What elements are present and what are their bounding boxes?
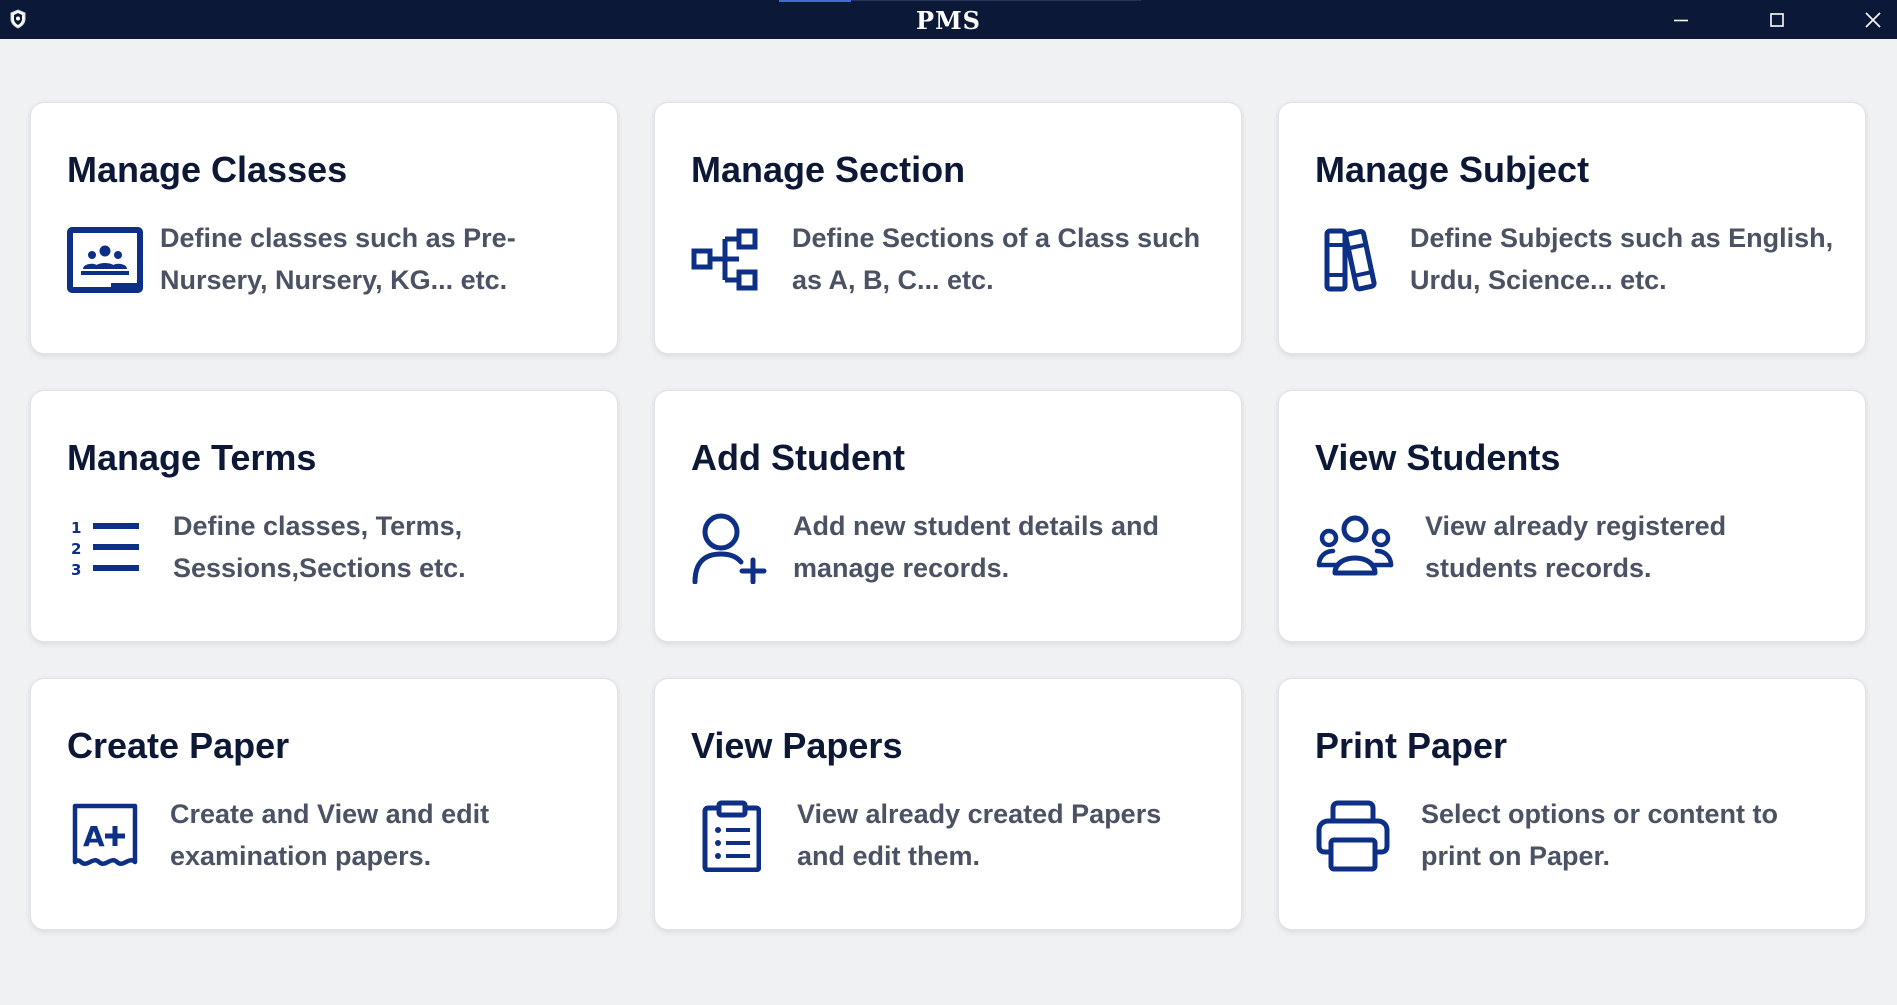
close-button[interactable]	[1843, 0, 1897, 39]
svg-text:3: 3	[71, 561, 81, 579]
card-title: Manage Section	[691, 149, 966, 190]
card-title: Add Student	[691, 437, 905, 478]
window-title: PMS	[916, 6, 981, 35]
card-title: Manage Classes	[67, 149, 348, 190]
card-title: View Students	[1315, 437, 1561, 478]
card-title: Print Paper	[1315, 725, 1508, 766]
card-title: Create Paper	[67, 725, 290, 766]
svg-text:2: 2	[71, 540, 81, 558]
minimize-icon	[1674, 19, 1688, 21]
books-icon	[1315, 225, 1395, 295]
close-icon	[1865, 11, 1881, 28]
card-description: Select options or content to print on Pa…	[1421, 799, 1779, 871]
hierarchy-icon	[691, 225, 771, 295]
card-description: View already created Papers and edit the…	[797, 799, 1162, 871]
card-manage-terms[interactable]: Manage Terms 1 2 3 Define classes, Terms…	[30, 390, 618, 642]
card-title: Manage Terms	[67, 437, 317, 478]
card-description: Define classes such as Pre- Nursery, Nur…	[160, 223, 516, 295]
card-view-papers[interactable]: View Papers View already created Papers …	[654, 678, 1242, 930]
window-titlebar: PMS	[0, 0, 1897, 39]
card-description: Add new student details and manage recor…	[793, 511, 1160, 583]
card-description: Create and View and edit examination pap…	[170, 799, 490, 871]
maximize-icon	[1770, 12, 1784, 27]
maximize-button[interactable]	[1747, 0, 1807, 39]
card-create-paper[interactable]: Create Paper A Create and View and edit …	[30, 678, 618, 930]
clipboard-list-icon	[691, 800, 771, 872]
grade-paper-icon: A	[67, 801, 147, 871]
app-logo-icon	[8, 9, 28, 29]
classroom-board-icon	[67, 225, 147, 295]
users-group-icon	[1315, 513, 1395, 583]
card-manage-classes[interactable]: Manage Classes Define classes such as Pr…	[30, 102, 618, 354]
card-description: Define classes, Terms, Sessions,Sections…	[173, 511, 466, 583]
numbered-list-icon: 1 2 3	[67, 513, 147, 583]
card-description: View already registered students records…	[1425, 511, 1727, 583]
card-print-paper[interactable]: Print Paper Select options or content to…	[1278, 678, 1866, 930]
card-manage-section[interactable]: Manage Section Define Sections of a Clas…	[654, 102, 1242, 354]
card-view-students[interactable]: View Students View already registered st…	[1278, 390, 1866, 642]
card-description: Define Subjects such as English, Urdu, S…	[1410, 223, 1834, 295]
card-manage-subject[interactable]: Manage Subject Define Subjects such as E…	[1278, 102, 1866, 354]
svg-text:A: A	[83, 820, 105, 853]
minimize-button[interactable]	[1651, 0, 1711, 39]
card-add-student[interactable]: Add Student Add new student details and …	[654, 390, 1242, 642]
printer-icon	[1315, 800, 1395, 872]
svg-text:1: 1	[71, 519, 81, 537]
card-title: View Papers	[691, 725, 903, 766]
titlebar-accent-track	[851, 0, 1141, 1]
card-description: Define Sections of a Class such as A, B,…	[792, 223, 1201, 295]
card-title: Manage Subject	[1315, 149, 1590, 190]
user-add-icon	[691, 513, 771, 584]
titlebar-accent-line	[779, 0, 851, 2]
